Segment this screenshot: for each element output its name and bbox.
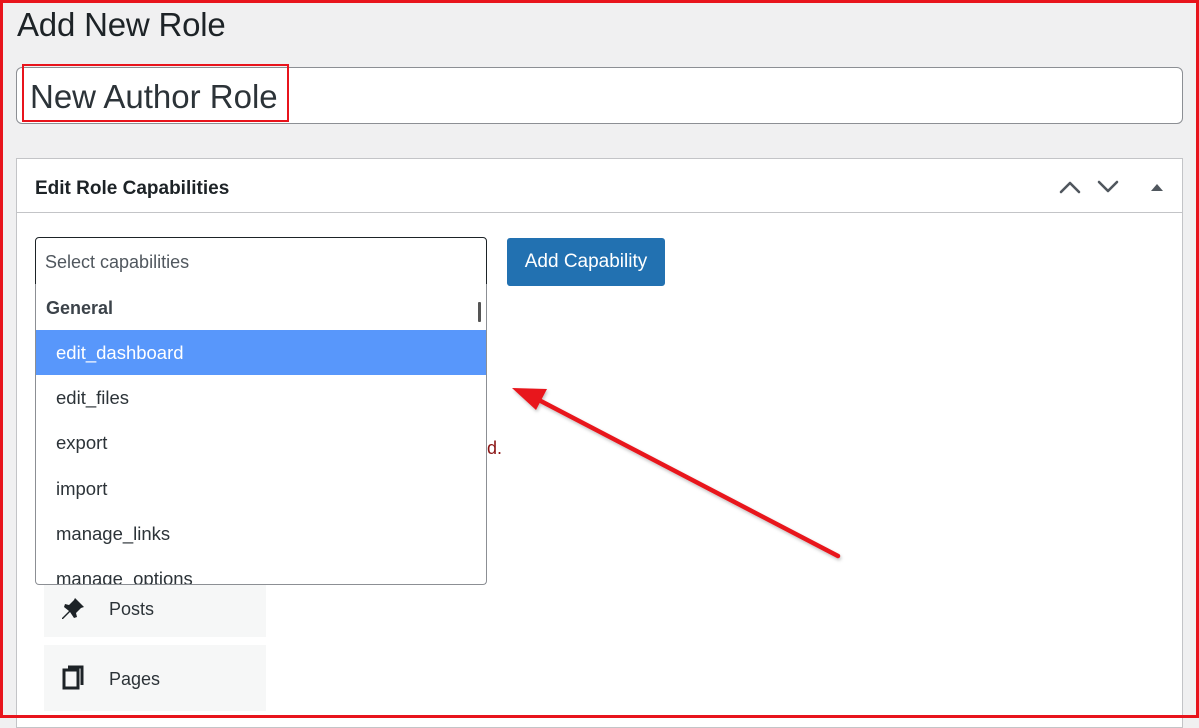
annotation-arrow — [512, 388, 841, 559]
